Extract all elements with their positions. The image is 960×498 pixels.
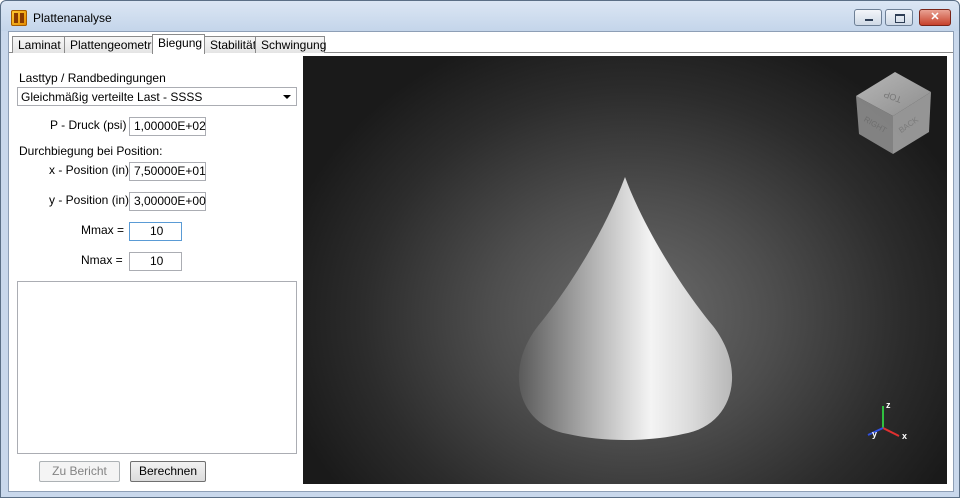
load-type-label: Lasttyp / Randbedingungen [19, 71, 166, 85]
cone-surface [518, 177, 733, 440]
axis-triad-icon: z y x [867, 400, 907, 441]
mmax-label: Mmax = [81, 223, 125, 237]
view-cube-icon: TOP RIGHT BACK [856, 72, 931, 154]
3d-scene: TOP RIGHT BACK z y x [518, 72, 931, 441]
compute-button[interactable]: Berechnen [130, 461, 206, 482]
client-area: Laminat Plattengeometrie Biegung Stabili… [8, 31, 954, 492]
load-type-dropdown[interactable]: Gleichmäßig verteilte Last - SSSS [17, 87, 297, 106]
axis-y-label: y [872, 429, 877, 439]
window-title: Plattenanalyse [33, 11, 112, 25]
tab-schwingung[interactable]: Schwingung [255, 36, 326, 53]
x-position-input[interactable]: 7,50000E+01 [129, 162, 206, 181]
nmax-label: Nmax = [81, 253, 123, 267]
3d-viewport[interactable]: TOP RIGHT BACK z y x [303, 56, 947, 484]
tab-stabilitaet[interactable]: Stabilität [204, 36, 256, 53]
x-position-label: x - Position (in) [49, 163, 130, 177]
main-window: Plattenanalyse Laminat Plattengeometrie … [0, 0, 960, 498]
axis-x-label: x [902, 431, 907, 441]
title-bar[interactable]: Plattenanalyse [1, 1, 959, 31]
close-button[interactable] [919, 9, 951, 26]
app-icon [11, 10, 27, 26]
tab-laminat[interactable]: Laminat [12, 36, 65, 53]
report-button[interactable]: Zu Bericht [39, 461, 120, 482]
nmax-input[interactable]: 10 [129, 252, 182, 271]
y-position-input[interactable]: 3,00000E+00 [129, 192, 206, 211]
tab-biegung[interactable]: Biegung [152, 34, 205, 54]
pressure-input[interactable]: 1,00000E+02 [129, 117, 206, 136]
mmax-input[interactable]: 10 [129, 222, 182, 241]
y-position-label: y - Position (in) [49, 193, 130, 207]
axis-z-label: z [886, 400, 891, 410]
maximize-button[interactable] [885, 9, 913, 26]
results-textbox[interactable] [17, 281, 297, 454]
pressure-label: P - Druck (psi) [50, 118, 127, 132]
chevron-down-icon [283, 95, 291, 99]
deflection-label: Durchbiegung bei Position: [19, 144, 163, 158]
tab-plattengeometrie[interactable]: Plattengeometrie [64, 36, 161, 53]
load-type-value: Gleichmäßig verteilte Last - SSSS [21, 90, 203, 104]
minimize-button[interactable] [854, 9, 882, 26]
